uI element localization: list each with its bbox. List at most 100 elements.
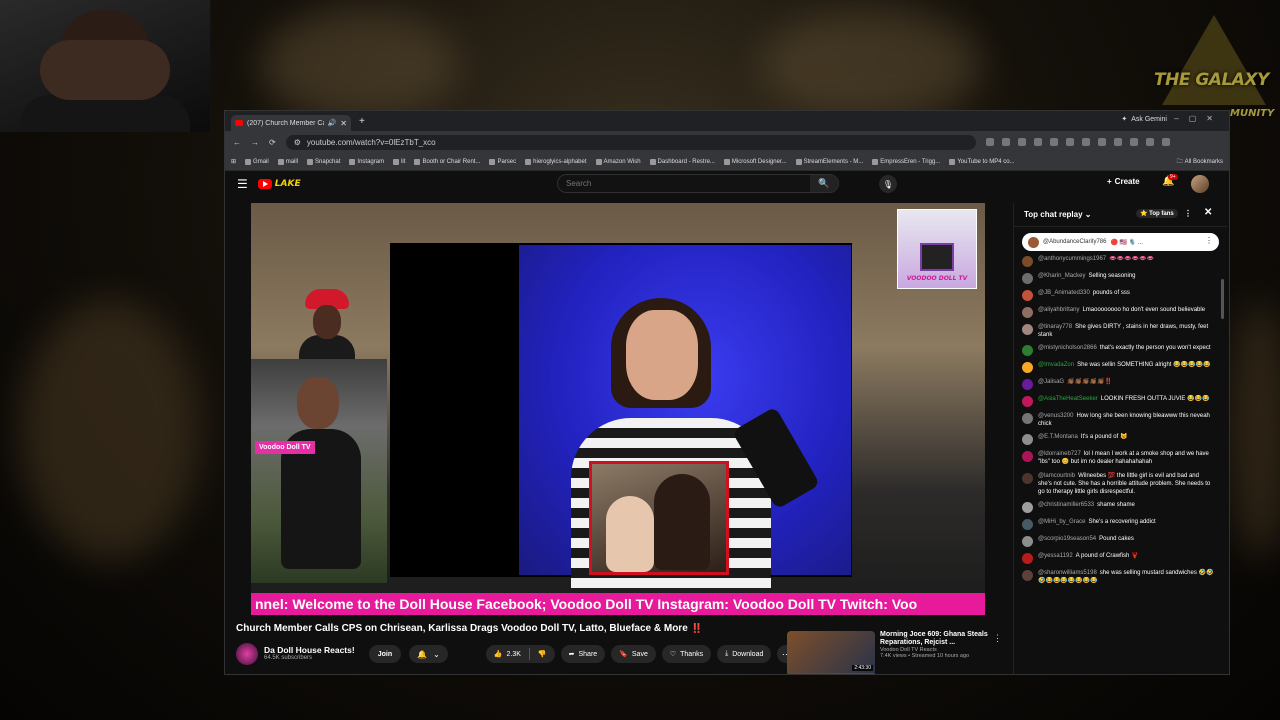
chat-avatar[interactable]: [1022, 535, 1033, 547]
profile-icon[interactable]: [1161, 138, 1170, 146]
bookmark-item[interactable]: Gmail: [245, 158, 269, 165]
more-vert-icon[interactable]: ⋮: [993, 633, 1002, 644]
chat-mode-dropdown[interactable]: Top chat replay ⌄: [1024, 210, 1091, 219]
apps-icon[interactable]: ⊞: [231, 158, 236, 165]
chat-author[interactable]: @ImvadaZon: [1038, 362, 1074, 368]
bookmark-item[interactable]: Dashboard - Restre...: [649, 158, 715, 165]
bookmark-item[interactable]: Amazon Wish: [595, 158, 641, 165]
extension-icon[interactable]: [1017, 138, 1026, 146]
thanks-button[interactable]: ♡ Thanks: [661, 645, 712, 663]
chat-scrollbar[interactable]: [1221, 279, 1224, 319]
chat-avatar[interactable]: [1022, 307, 1033, 318]
chat-author[interactable]: @christinamiller6533: [1038, 502, 1094, 508]
chat-avatar[interactable]: [1022, 362, 1033, 374]
notifications-bell-icon[interactable]: 🔔 9+: [1162, 174, 1178, 187]
chat-avatar[interactable]: [1022, 379, 1033, 391]
chat-avatar[interactable]: [1022, 501, 1033, 513]
chat-avatar[interactable]: [1022, 569, 1033, 581]
url-bar[interactable]: ⚙ youtube.com/watch?v=0lEzTbT_xco: [285, 134, 976, 150]
menu-icon[interactable]: ☰: [237, 177, 248, 191]
recommended-video[interactable]: 2:43:30 Morning Joce 609: Ghana Steals R…: [787, 631, 1007, 674]
extension-icon[interactable]: [1001, 138, 1010, 146]
pinned-menu-icon[interactable]: ⋮: [1205, 236, 1213, 245]
ask-gemini-button[interactable]: ✦ Ask Gemini: [1121, 115, 1167, 124]
chat-author[interactable]: @venus3200: [1038, 413, 1073, 419]
chat-author[interactable]: @lamcourtnib: [1038, 473, 1075, 479]
chat-author[interactable]: @sharonwilliams5198: [1038, 570, 1097, 576]
bookmark-item[interactable]: Booth or Chair Rent...: [414, 158, 480, 165]
site-info-icon[interactable]: ⚙: [294, 138, 301, 147]
youtube-logo-icon[interactable]: [257, 179, 272, 189]
bookmark-item[interactable]: maill: [277, 158, 298, 165]
browser-tab[interactable]: (207) Church Member Calls 🔊 ✕: [231, 115, 351, 131]
close-tab-icon[interactable]: ✕: [340, 119, 347, 128]
pinned-banner[interactable]: @AbundanceClarity786 🔴 🇺🇸 🎙️ ... ⋮: [1022, 233, 1219, 251]
like-dislike-button[interactable]: 👍 2.3K 👎: [485, 645, 555, 663]
close-chat-icon[interactable]: ✕: [1204, 207, 1212, 218]
bookmark-item[interactable]: lit: [393, 158, 405, 165]
extension-icon[interactable]: [1097, 138, 1106, 146]
chat-author[interactable]: @yessa1192: [1038, 553, 1073, 559]
back-icon[interactable]: ←: [233, 138, 241, 147]
chat-author[interactable]: @mistynicholson2866: [1038, 345, 1097, 351]
chat-avatar[interactable]: [1022, 324, 1033, 335]
extension-icon[interactable]: [1065, 138, 1074, 146]
chat-author[interactable]: @JalisaG: [1038, 379, 1064, 385]
chat-author[interactable]: @aliyahbrittany: [1038, 307, 1079, 313]
chat-avatar[interactable]: [1022, 472, 1033, 484]
microphone-icon[interactable]: 🎙: [879, 175, 897, 193]
extension-icon[interactable]: [1145, 138, 1154, 146]
speaker-icon[interactable]: 🔊: [328, 119, 337, 127]
extension-icon[interactable]: [1081, 138, 1090, 146]
chat-author[interactable]: @AsiaTheHeatSeeker: [1038, 396, 1098, 402]
reload-icon[interactable]: ⟳: [269, 138, 276, 147]
download-button[interactable]: ⤓ Download: [717, 645, 772, 663]
search-input[interactable]: [558, 179, 810, 188]
chat-menu-icon[interactable]: ⋮: [1184, 209, 1192, 218]
extension-icon[interactable]: [1033, 138, 1042, 146]
chat-author[interactable]: @E.T.Montana: [1038, 434, 1078, 440]
save-button[interactable]: 🔖 Save: [611, 645, 656, 663]
window-controls[interactable]: –▢✕: [1174, 114, 1223, 123]
chat-author[interactable]: @ldorraineb727: [1038, 451, 1081, 457]
bookmark-item[interactable]: Instagram: [349, 158, 384, 165]
forward-icon[interactable]: →: [251, 138, 259, 147]
youtube-doodle[interactable]: LAKE: [275, 179, 301, 189]
chat-avatar[interactable]: [1022, 552, 1033, 564]
account-avatar[interactable]: [1191, 175, 1209, 193]
chat-avatar[interactable]: [1022, 256, 1033, 267]
extension-icon[interactable]: [1049, 138, 1058, 146]
chat-avatar[interactable]: [1022, 345, 1033, 357]
chat-avatar[interactable]: [1022, 396, 1033, 408]
subscribed-bell-button[interactable]: 🔔 ⌄: [409, 645, 448, 663]
bookmark-item[interactable]: Snapchat: [307, 158, 340, 165]
join-button[interactable]: Join: [368, 645, 402, 663]
top-fans-button[interactable]: ⭐ Top fans: [1136, 209, 1178, 218]
channel-avatar[interactable]: [236, 643, 258, 665]
all-bookmarks[interactable]: 🗀 All Bookmarks: [1177, 157, 1223, 167]
share-button[interactable]: ➦ Share: [560, 645, 606, 663]
video-player[interactable]: Voodoo Doll TV VOODOO DOLL TV nnel: Welc…: [251, 203, 985, 615]
search-icon[interactable]: 🔍: [810, 175, 838, 192]
chat-author[interactable]: @tinaray778: [1038, 324, 1072, 330]
chat-avatar[interactable]: [1022, 434, 1033, 446]
chat-avatar[interactable]: [1022, 413, 1033, 425]
bookmark-item[interactable]: Parsec: [489, 158, 516, 165]
extension-icon[interactable]: [985, 138, 994, 146]
bookmark-item[interactable]: Microsoft Designer...: [723, 158, 787, 165]
bookmark-item[interactable]: YouTube to MP4 co...: [949, 158, 1015, 165]
chat-author[interactable]: @Kharin_Mackey: [1038, 273, 1085, 279]
chat-author[interactable]: @MiHi_by_Grace: [1038, 519, 1085, 525]
chat-avatar[interactable]: [1022, 290, 1033, 301]
chat-avatar[interactable]: [1022, 451, 1033, 463]
channel-name[interactable]: Da Doll House Reacts!: [264, 645, 355, 655]
chat-author[interactable]: @scorpio19season54: [1038, 536, 1096, 542]
bookmark-item[interactable]: StreamElements - M...: [795, 158, 863, 165]
extension-icon[interactable]: [1129, 138, 1138, 146]
bookmark-item[interactable]: hieroglyics-alphabet: [525, 158, 587, 165]
chat-author[interactable]: @anthonycummings1967: [1038, 256, 1106, 262]
recommended-thumbnail[interactable]: 2:43:30: [787, 631, 875, 674]
extension-icon[interactable]: [1113, 138, 1122, 146]
chat-author[interactable]: @JB_Animated330: [1038, 290, 1090, 296]
chat-avatar[interactable]: [1022, 518, 1033, 530]
